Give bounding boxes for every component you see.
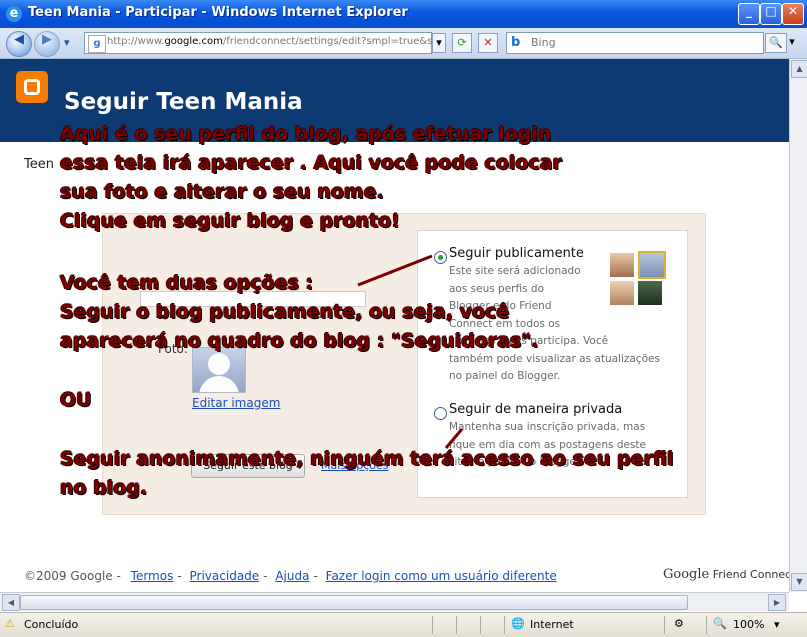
scroll-left-icon[interactable]: ◀ [2,594,20,611]
privacy-link[interactable]: Privacidade [190,569,260,583]
annotation-arrow-public [357,254,433,287]
annotation-arrow-private [444,428,464,449]
page-footer: ©2009 Google - Termos - Privacidade - Ajud… [24,569,557,583]
address-bar[interactable]: g http://www.google.com/friendconnect/se… [84,32,435,54]
overlay-line: aparecerá no quadro do blog : "Seguidora… [60,330,539,352]
globe-icon: 🌐 [511,617,525,630]
search-input[interactable]: Bing [531,36,556,49]
title-bar[interactable]: e Teen Mania - Participar - Windows Inte… [0,0,807,28]
refresh-button[interactable]: ⟳ [452,33,472,53]
search-button[interactable]: 🔍 [765,33,787,53]
status-text: Concluído [24,618,79,631]
terms-link[interactable]: Termos [131,569,174,583]
copyright: ©2009 Google - [24,569,121,583]
ie-logo-icon: e [6,6,22,22]
overlay-line: Aqui é o seu perfil do blog, após efetua… [60,123,552,145]
search-options-button[interactable]: ▾ [787,33,797,51]
status-bar: ⚠ Concluído 🌐 Internet ⚙ 🔍 100% ▾ [0,612,807,637]
overlay-line: no blog. [60,477,148,499]
stop-button[interactable]: ✕ [478,33,498,53]
switch-user-link[interactable]: Fazer login como um usuário diferente [326,569,557,583]
horizontal-scrollbar[interactable]: ◀ ▶ [0,592,789,611]
overlay-line: essa tela irá aparecer . Aqui você pode … [60,152,562,174]
zoom-dropdown-button[interactable]: ▾ [774,618,780,631]
vertical-scrollbar[interactable]: ▲ ▼ [789,59,807,592]
scroll-up-icon[interactable]: ▲ [791,60,807,78]
overlay-line: Seguir o blog publicamente, ou seja, voc… [60,301,510,323]
security-zone[interactable]: Internet [530,618,574,631]
bing-icon: b [511,35,521,50]
friend-connect-logo: Google Friend Connect [663,567,789,582]
back-button[interactable]: ◀ [6,31,32,57]
overlay-line: sua foto e alterar o seu nome. [60,181,384,203]
minimize-button[interactable]: _ [738,3,760,25]
horizontal-scroll-thumb[interactable] [20,595,688,610]
zoom-icon: 🔍 [713,617,727,630]
address-dropdown-button[interactable]: ▾ [432,33,446,53]
protected-mode-icon[interactable]: ⚙ [674,617,684,630]
address-toolbar: ◀ ▶ ▾ g http://www.google.com/friendconn… [0,28,807,59]
google-favicon-icon: g [88,35,106,53]
overlay-line: Seguir anonimamente, ninguém terá acesso… [60,448,674,470]
address-url[interactable]: http://www.google.com/friendconnect/sett… [107,36,435,47]
page-content: Seguir Teen Mania Teen Foto: Editar imag… [0,59,789,592]
scroll-down-icon[interactable]: ▼ [791,573,807,591]
overlay-line: Clique em seguir blog e pronto! [60,210,400,232]
google-logo: Google [663,567,710,582]
warning-icon: ⚠ [5,617,15,630]
maximize-button[interactable]: □ [760,3,782,25]
window-title: Teen Mania - Participar - Windows Intern… [28,5,408,20]
forward-button[interactable]: ▶ [34,31,60,57]
overlay-line: Você tem duas opções : [60,272,314,294]
help-link[interactable]: Ajuda [275,569,309,583]
overlay-line: OU [60,389,92,411]
search-box[interactable]: b Bing [506,32,764,54]
scroll-right-icon[interactable]: ▶ [768,594,786,611]
zoom-level[interactable]: 100% [733,618,764,631]
close-button[interactable]: ✕ [782,3,804,25]
history-dropdown-button[interactable]: ▾ [64,36,70,49]
